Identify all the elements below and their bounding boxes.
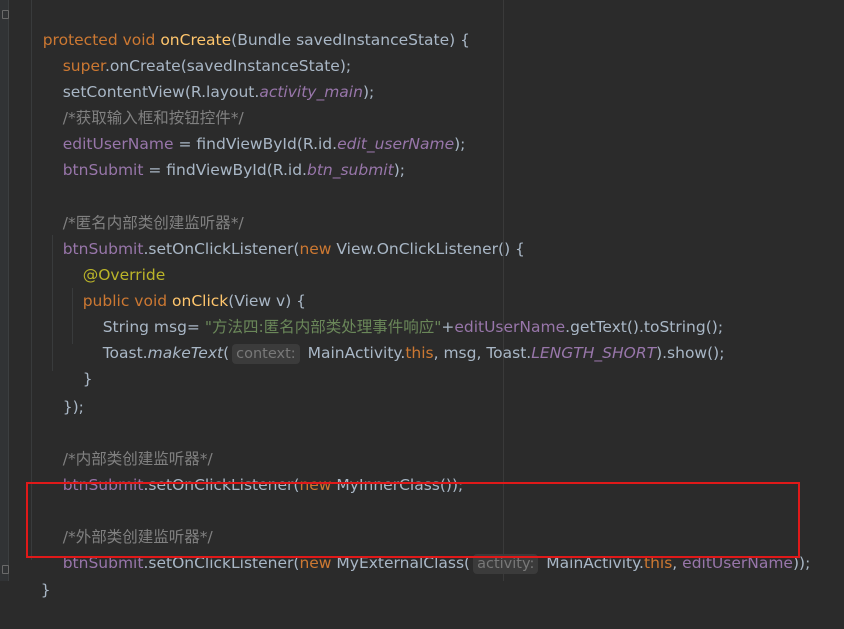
code-line[interactable]: /*内部类创建监听器*/ [43,420,213,468]
code-line[interactable]: protected void onCreate(Bundle savedInst… [23,1,470,49]
parameter-hint: context: [232,344,300,364]
code-line[interactable]: /*获取输入框和按钮控件*/ [43,79,244,127]
code-text: ).show(); [656,344,725,362]
highlight-box [26,482,800,558]
code-line[interactable]: btnSubmit = findViewById(R.id.btn_submit… [43,131,405,179]
code-text: } [40,581,51,599]
code-line[interactable]: String msg= "方法四:匿名内部类处理事件响应"+editUserNa… [83,288,723,336]
code-line[interactable]: public void onClick(View v) { [63,262,306,310]
code-text: View.OnClickListener() { [331,240,525,258]
code-line[interactable]: btnSubmit.setOnClickListener(new MyInner… [43,446,464,494]
code-line[interactable]: editUserName = findViewById(R.id.edit_us… [43,105,466,153]
code-text: }); [62,398,84,416]
code-line[interactable]: }); [43,368,84,416]
code-line[interactable]: btnSubmit.setOnClickListener(new View.On… [43,210,525,258]
code-static-field: activity_main [259,83,363,101]
code-text: ( [223,344,230,362]
code-static-method: makeText [147,344,224,362]
code-static-field: btn_submit [306,161,394,179]
editor-gutter [0,0,9,581]
code-line[interactable]: setContentView(R.layout.activity_main); [43,53,375,101]
code-line[interactable]: } [63,340,93,388]
code-text: = findViewById(R.id. [143,161,307,179]
code-text: , msg, Toast. [433,344,532,362]
code-text: .setOnClickListener( [143,240,300,258]
code-text: MainActivity. [302,344,406,362]
code-text: ); [454,135,466,153]
fold-marker-icon[interactable] [2,10,9,19]
code-line[interactable]: Toast.makeText(context: MainActivity.thi… [83,314,724,364]
code-editor[interactable]: protected void onCreate(Bundle savedInst… [0,0,844,599]
code-keyword: this [405,344,434,362]
code-line[interactable]: super.onCreate(savedInstanceState); [43,27,351,75]
code-text: } [82,370,93,388]
code-line[interactable]: @Override [63,236,166,284]
indent-guide [31,0,32,560]
code-line[interactable]: /*匿名内部类创建监听器*/ [43,184,244,232]
code-text: ); [393,161,405,179]
fold-marker-icon[interactable] [2,565,9,574]
code-static-field: LENGTH_SHORT [531,344,657,362]
code-field: btnSubmit [62,161,144,179]
code-text: ); [362,83,375,101]
code-keyword: new [299,240,332,258]
code-text: Toast. [102,344,148,362]
